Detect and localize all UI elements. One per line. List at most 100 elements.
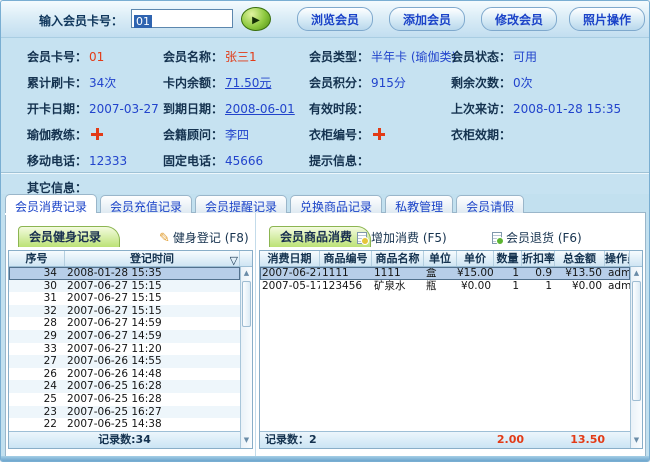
add-consumption-button[interactable]: 增加消费 (F5) [357,229,447,246]
info-label: 上次来访： [451,102,511,116]
info-label: 会员类型： [309,50,369,64]
cell-seq: 34 [9,267,65,280]
cell-8: admin [605,267,630,280]
table-row[interactable]: 282007-06-27 14:59 [9,317,240,330]
scroll-up-icon[interactable]: ▲ [241,268,252,279]
add-member-button[interactable]: 添加会员 [389,7,465,31]
table-row[interactable]: 272007-06-26 14:55 [9,355,240,368]
cell-seq: 31 [9,292,65,305]
cell-4: ¥15.00 [457,267,494,280]
tab-item-2[interactable]: 会员提醒记录 [195,195,287,213]
toolbar: 输入会员卡号： 01 ▶ 浏览会员 添加会员 修改会员 照片操作 [1,1,650,38]
info-value: 张三1 [225,50,257,64]
info-label: 累计刷卡： [27,76,87,90]
table-row[interactable]: 222007-06-25 14:38 [9,418,240,431]
add-consumption-icon [357,232,367,244]
table-row[interactable]: 2007-06-2711111111盒¥15.0010.9¥13.50admin [260,267,630,280]
fitness-scrollbar-thumb[interactable] [242,281,251,327]
scroll-up-icon[interactable]: ▲ [631,268,642,279]
browse-member-button[interactable]: 浏览会员 [297,7,373,31]
table-row[interactable]: 332007-06-27 11:20 [9,343,240,356]
edit-member-button[interactable]: 修改会员 [481,7,557,31]
go-button[interactable]: ▶ [241,7,271,31]
consumption-scrollbar-thumb[interactable] [632,281,641,401]
column-header-seq[interactable]: 序号 [9,251,65,266]
table-row[interactable]: 2007-05-17123456矿泉水瓶¥0.0011¥0.00admin [260,280,630,293]
info-value: 01 [89,50,104,64]
info-field: 会员状态：可用 [451,48,649,65]
cell-0: 2007-06-27 [260,267,320,280]
fitness-scrollbar[interactable]: ▲ ▼ [240,267,252,448]
column-header-time[interactable]: 登记时间 [65,251,240,266]
tab-item-1[interactable]: 会员充值记录 [100,195,192,213]
tab-item-5[interactable]: 会员请假 [456,195,524,213]
column-header-0[interactable]: 消费日期 [260,251,320,266]
info-label: 剩余次数： [451,76,511,90]
info-label: 提示信息： [309,154,369,168]
cell-seq: 23 [9,406,65,419]
table-row[interactable]: 322007-06-27 15:15 [9,305,240,318]
consumption-table: 消费日期商品编号商品名称单位单价数量折扣率总金额操作员 2007-06-2711… [259,250,643,449]
consumption-table-footer: 2.00 13.50 记录数：2 [260,431,630,448]
table-row[interactable]: 292007-06-27 14:59 [9,330,240,343]
table-row[interactable]: 242007-06-25 16:28 [9,380,240,393]
consumption-tab[interactable]: 会员商品消费 [269,226,371,247]
member-return-label: 会员退货 (F6) [506,231,582,245]
info-value: 2008-01-28 15:35 [513,102,621,116]
consumption-scrollbar[interactable]: ▲ ▼ [630,267,642,448]
cell-time: 2007-06-26 14:55 [65,355,240,368]
table-row[interactable]: 232007-06-25 16:27 [9,406,240,419]
info-value[interactable]: 71.50元 [225,76,271,90]
info-value: 12333 [89,154,127,168]
info-label: 固定电话： [163,154,223,168]
table-row[interactable]: 252007-06-25 16:28 [9,393,240,406]
add-plus-icon[interactable] [373,128,385,140]
tab-item-3[interactable]: 兑换商品记录 [290,195,382,213]
cell-seq: 30 [9,280,65,293]
column-header-6[interactable]: 折扣率 [522,251,555,266]
add-plus-icon[interactable] [91,128,103,140]
cell-1: 1111 [320,267,372,280]
table-row[interactable]: 312007-06-27 15:15 [9,292,240,305]
cell-time: 2007-06-27 14:59 [65,317,240,330]
fitness-records-tab[interactable]: 会员健身记录 [18,226,120,247]
cell-seq: 26 [9,368,65,381]
tab-item-0[interactable]: 会员消费记录 [5,194,97,213]
table-row[interactable]: 302007-06-27 15:15 [9,280,240,293]
cell-8: admin [605,280,630,293]
column-header-8[interactable]: 操作员 [605,251,630,266]
photo-actions-button[interactable]: 照片操作 [569,7,645,31]
cell-5: 1 [494,280,522,293]
fitness-table-footer: 记录数:34 [9,431,240,448]
column-header-3[interactable]: 单位 [424,251,457,266]
info-label: 会员名称： [163,50,223,64]
table-row[interactable]: 262007-06-26 14:48 [9,368,240,381]
info-field: 有效时段： [309,100,451,117]
info-field: 固定电话：45666 [163,152,309,169]
column-header-2[interactable]: 商品名称 [372,251,424,266]
sort-icon[interactable]: ▽ [230,253,238,268]
info-value[interactable]: 2008-06-01 [225,102,295,116]
cell-time: 2007-06-25 16:28 [65,393,240,406]
scroll-down-icon[interactable]: ▼ [631,435,642,446]
info-field: 会员积分：915分 [309,74,451,91]
info-field: 移动电话：12333 [27,152,163,169]
info-grid: 会员卡号：01会员名称：张三1会员类型：半年卡 (瑜伽类)会员状态：可用累计刷卡… [27,43,649,173]
info-label: 有效时段： [309,102,369,116]
cell-seq: 28 [9,317,65,330]
info-label: 衣柜效期： [451,128,511,142]
card-number-input[interactable]: 01 [131,9,233,28]
cell-7: ¥13.50 [555,267,605,280]
tab-item-4[interactable]: 私教管理 [385,195,453,213]
column-header-7[interactable]: 总金额 [555,251,605,266]
card-number-value: 01 [134,15,152,28]
member-return-button[interactable]: 会员退货 (F6) [492,229,582,246]
table-row[interactable]: 342008-01-28 15:35 [9,267,240,280]
column-header-1[interactable]: 商品编号 [320,251,372,266]
column-header-4[interactable]: 单价 [457,251,494,266]
cell-seq: 25 [9,393,65,406]
column-header-5[interactable]: 数量 [494,251,522,266]
content-area: 会员健身记录 ✎健身登记 (F8) 序号 登记时间 ▽ 342008-01-28… [5,212,646,457]
fitness-checkin-button[interactable]: ✎健身登记 (F8) [159,229,249,246]
scroll-down-icon[interactable]: ▼ [241,435,252,446]
